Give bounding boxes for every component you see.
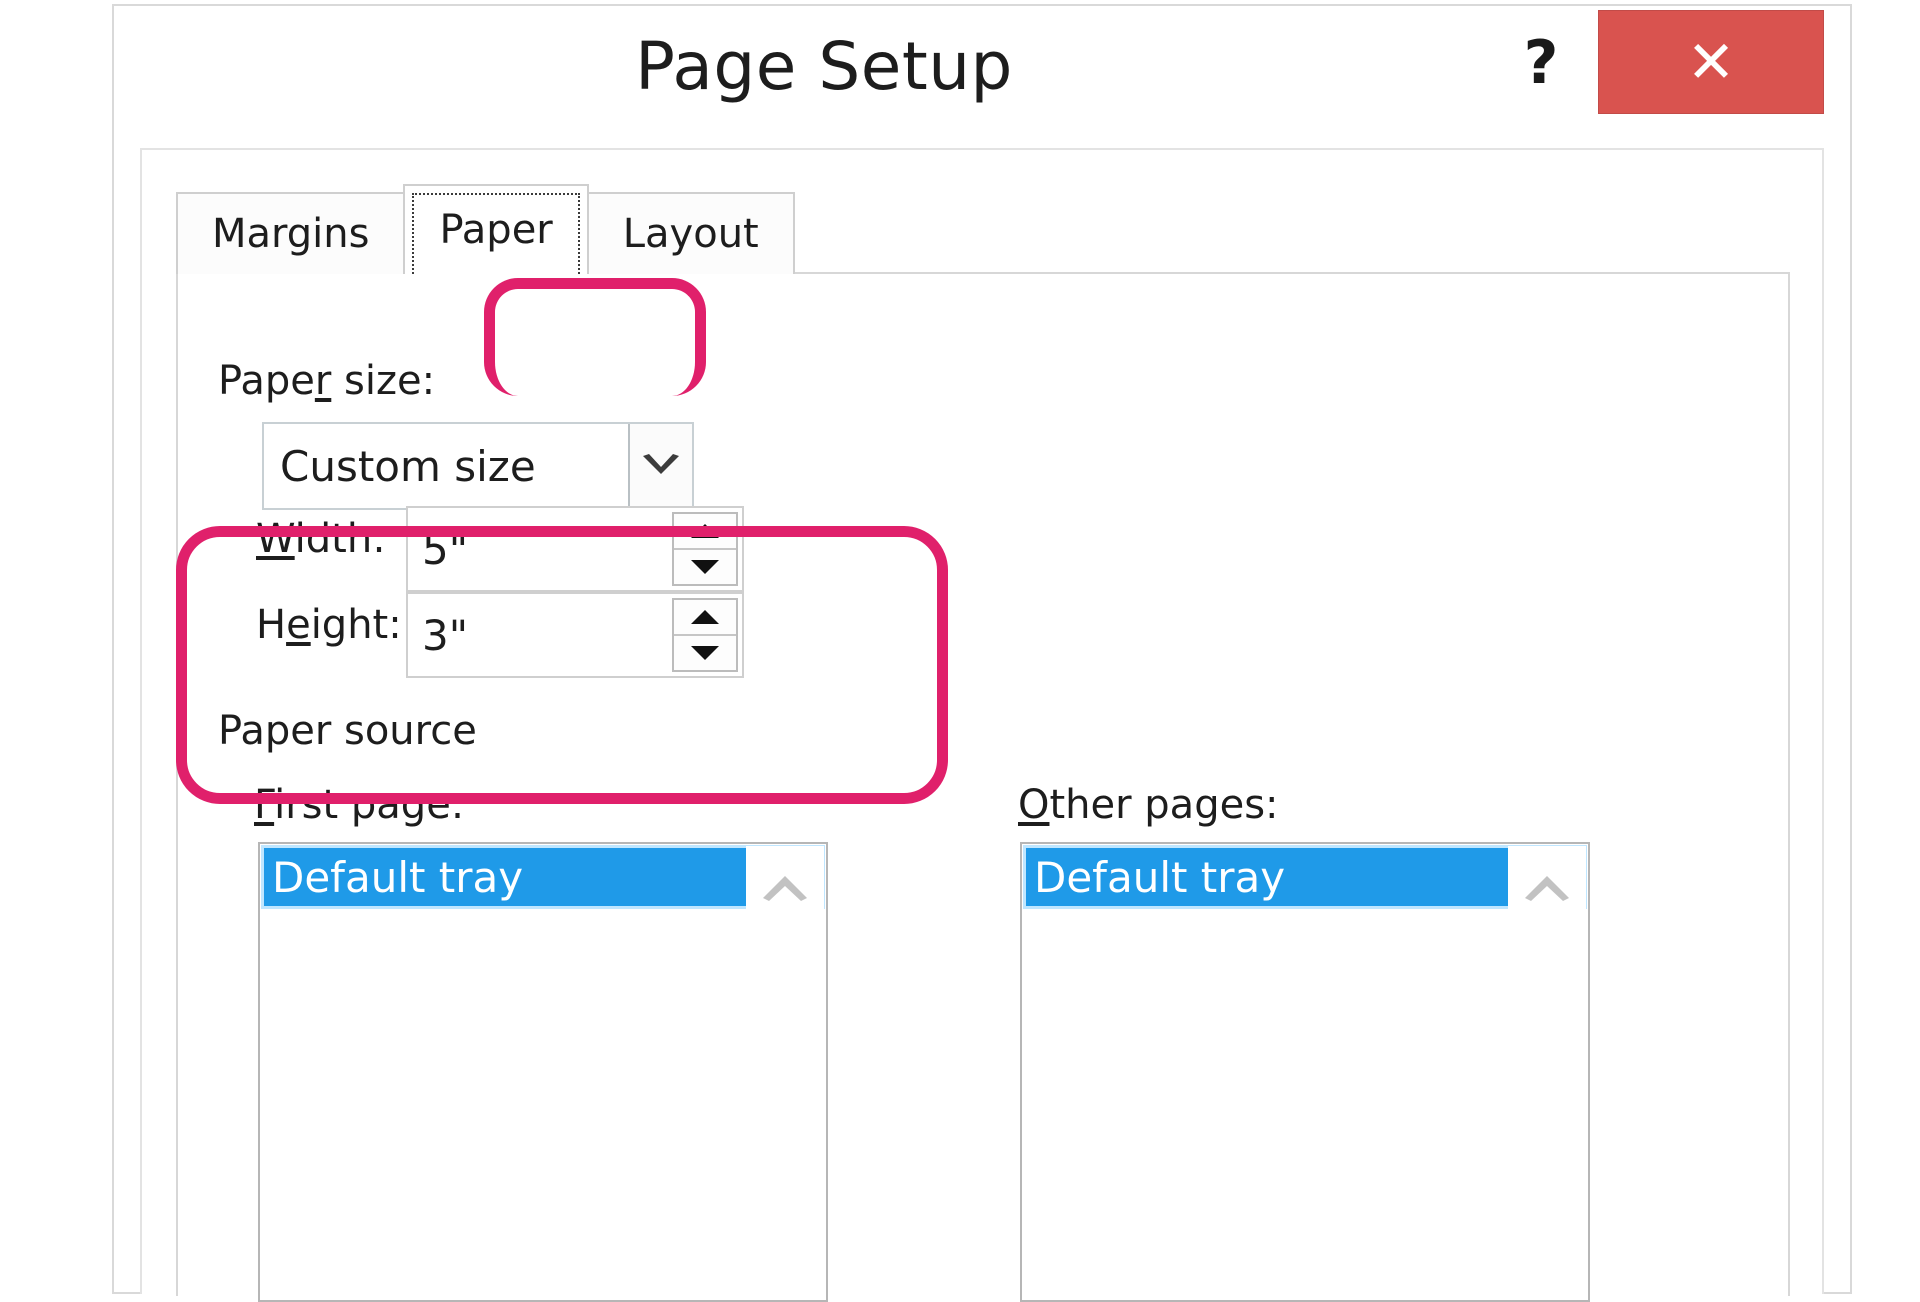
chevron-up-icon [1525, 876, 1569, 901]
page-title: Page Setup [635, 28, 1013, 105]
other-pages-list-items: Default tray [1022, 844, 1588, 1300]
chevron-up-icon [763, 876, 807, 901]
page-setup-dialog: Page Setup ? ✕ Margins Paper Layout Pape… [112, 4, 1852, 1302]
paper-size-label-post: size: [331, 358, 436, 404]
tab-layout[interactable]: Layout [586, 192, 795, 274]
paper-size-combobox[interactable]: Custom size [262, 422, 694, 510]
screen: Page Setup ? ✕ Margins Paper Layout Pape… [0, 0, 1920, 1302]
width-label-accel: W [256, 516, 295, 562]
paper-size-value: Custom size [280, 441, 536, 491]
tab-paper-label: Paper [439, 207, 553, 253]
paper-size-label-pre: Pape [218, 358, 315, 404]
height-label: Height: [256, 602, 402, 648]
tab-content-panel: Paper size: Custom size Width: 5" Height… [176, 272, 1790, 1302]
other-pages-listbox[interactable]: Default tray [1020, 842, 1590, 1302]
height-label-post: ight: [310, 602, 402, 648]
list-item[interactable]: Default tray [261, 845, 825, 909]
other-pages-selected-value: Default tray [1034, 852, 1286, 902]
triangle-down-icon[interactable] [674, 550, 736, 584]
triangle-down-icon[interactable] [674, 636, 736, 670]
other-pages-label-post: ther pages: [1049, 782, 1279, 828]
close-button[interactable]: ✕ [1598, 10, 1824, 114]
height-spinbox[interactable]: 3" [406, 592, 744, 678]
chevron-down-icon[interactable] [628, 424, 692, 508]
tab-paper[interactable]: Paper [403, 184, 589, 274]
tab-layout-label: Layout [622, 211, 759, 257]
title-bar: Page Setup ? ✕ [114, 6, 1850, 146]
height-spin-buttons[interactable] [672, 598, 738, 672]
other-pages-label: Other pages: [1018, 782, 1279, 828]
dialog-body: Margins Paper Layout Paper size: Custom … [140, 148, 1824, 1302]
paper-source-section-label: Paper source [218, 708, 477, 754]
tab-margins[interactable]: Margins [176, 192, 406, 274]
help-button[interactable]: ? [1506, 26, 1576, 100]
other-pages-label-accel: O [1018, 782, 1050, 828]
close-icon: ✕ [1686, 28, 1736, 96]
paper-size-section-label: Paper size: [218, 358, 435, 404]
width-label-post: idth: [294, 516, 386, 562]
triangle-up-icon[interactable] [674, 514, 736, 550]
height-label-accel: e [286, 602, 311, 648]
other-pages-scrollbar[interactable] [1508, 846, 1586, 1298]
width-label: Width: [256, 516, 386, 562]
first-page-label-post: irst page: [274, 782, 465, 828]
list-item[interactable]: Default tray [1023, 845, 1587, 909]
first-page-selected-value: Default tray [272, 852, 524, 902]
height-label-pre: H [256, 602, 287, 648]
tab-margins-label: Margins [212, 211, 370, 257]
first-page-listbox[interactable]: Default tray [258, 842, 828, 1302]
first-page-scrollbar[interactable] [746, 846, 824, 1298]
width-spinbox[interactable]: 5" [406, 506, 744, 592]
width-value: 5" [422, 524, 469, 574]
height-value: 3" [422, 610, 469, 660]
tab-strip: Margins Paper Layout [176, 184, 795, 274]
width-spin-buttons[interactable] [672, 512, 738, 586]
first-page-label-accel: F [254, 782, 275, 828]
first-page-label: First page: [254, 782, 464, 828]
triangle-up-icon[interactable] [674, 600, 736, 636]
first-page-list-items: Default tray [260, 844, 826, 1300]
paper-size-label-accel: r [314, 358, 332, 404]
